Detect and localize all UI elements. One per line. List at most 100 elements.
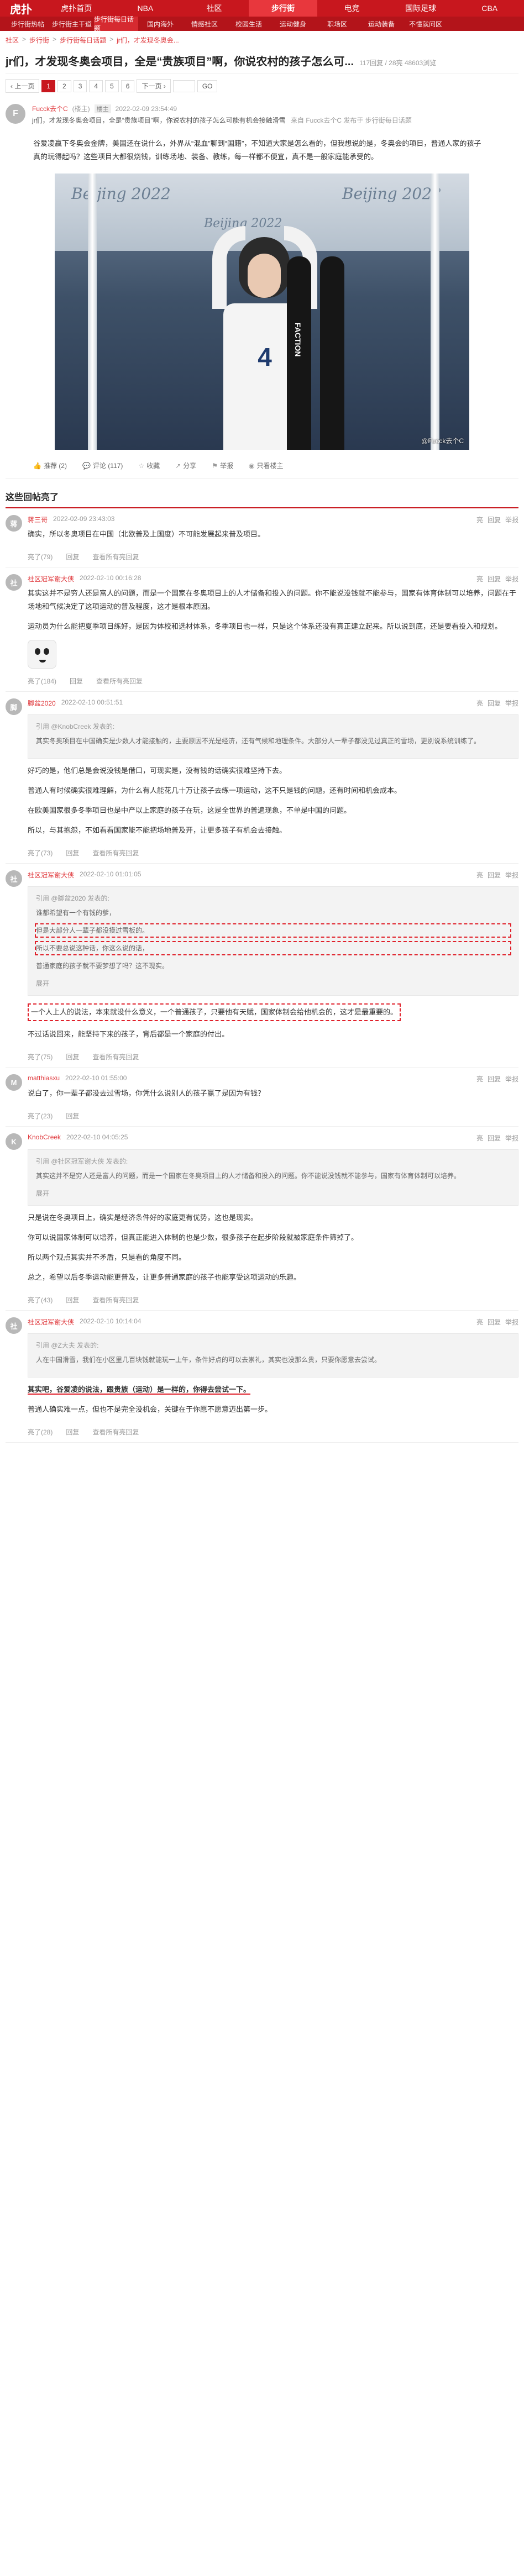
reply-author[interactable]: 社区冠军谢大侠: [28, 574, 74, 583]
breadcrumb-item[interactable]: 步行街每日话题: [60, 35, 106, 45]
reply-tool-link[interactable]: 回复: [488, 1074, 501, 1084]
reply-tool-link[interactable]: 亮: [476, 870, 483, 880]
only-author-button[interactable]: ◉ 只看楼主: [249, 461, 284, 470]
reply-footer-link[interactable]: 查看所有亮回复: [96, 676, 143, 686]
subnav-item[interactable]: 步行街主干道: [50, 17, 94, 31]
reply-tool-link[interactable]: 亮: [476, 1133, 483, 1143]
nav-item[interactable]: 国际足球: [386, 0, 455, 17]
reply-tool-link[interactable]: 举报: [505, 698, 518, 708]
reply-footer-link[interactable]: 查看所有亮回复: [92, 552, 139, 561]
reply-tool-link[interactable]: 回复: [488, 515, 501, 524]
reply-avatar[interactable]: 社: [6, 1317, 22, 1334]
reply-tool-link[interactable]: 回复: [488, 1317, 501, 1327]
reply-tool-link[interactable]: 举报: [505, 574, 518, 583]
author-avatar[interactable]: F: [6, 104, 25, 124]
site-logo[interactable]: 虎扑: [0, 0, 42, 17]
page-number-button[interactable]: 5: [105, 80, 119, 92]
page-number-button[interactable]: 6: [120, 80, 135, 92]
page-go-button[interactable]: GO: [197, 80, 218, 92]
page-number-button[interactable]: 3: [73, 80, 87, 92]
reply-meta: KnobCreek 2022-02-10 04:05:25: [28, 1133, 128, 1143]
report-button[interactable]: ⚑ 举报: [212, 461, 233, 470]
reply-tool-link[interactable]: 回复: [488, 698, 501, 708]
page-jump-input[interactable]: [172, 80, 195, 92]
favorite-button[interactable]: ☆ 收藏: [138, 461, 160, 470]
reply-footer-link[interactable]: 回复: [66, 1052, 79, 1061]
reply-footer-link[interactable]: 亮了(79): [28, 552, 53, 561]
reply-tool-link[interactable]: 亮: [476, 698, 483, 708]
prev-page-button[interactable]: ‹ 上一页: [6, 79, 40, 93]
highlight-replies-title: 这些回帖亮了: [6, 482, 518, 508]
reply-footer-link[interactable]: 查看所有亮回复: [92, 1295, 139, 1305]
reply-tool-link[interactable]: 回复: [488, 574, 501, 583]
subnav-item[interactable]: 职场区: [315, 17, 359, 31]
reply-footer-link[interactable]: 亮了(75): [28, 1052, 53, 1061]
post-photo[interactable]: Beijing 2022 Beijing 2022 Beijing 2022 4…: [55, 174, 469, 450]
page-number-button[interactable]: 1: [41, 80, 56, 92]
reply-time: 2022-02-10 01:55:00: [65, 1074, 127, 1082]
reply-tool-link[interactable]: 举报: [505, 1133, 518, 1143]
reply-tool-link[interactable]: 亮: [476, 1074, 483, 1084]
reply-tool-link[interactable]: 亮: [476, 574, 483, 583]
quote-expand-link[interactable]: 展开: [36, 980, 49, 987]
reply-footer-link[interactable]: 回复: [70, 676, 83, 686]
reply-footer-link[interactable]: 查看所有亮回复: [92, 1052, 139, 1061]
share-icon: ↗: [175, 462, 181, 470]
quote-expand-link[interactable]: 展开: [36, 1190, 49, 1197]
reply-tool-link[interactable]: 举报: [505, 1317, 518, 1327]
page-number-button[interactable]: 4: [89, 80, 103, 92]
subnav-item[interactable]: 步行街每日话题: [94, 15, 138, 33]
reply-footer-link[interactable]: 回复: [66, 1295, 79, 1305]
reply-footer-link[interactable]: 回复: [66, 552, 79, 561]
reply-tool-link[interactable]: 亮: [476, 1317, 483, 1327]
breadcrumb-item[interactable]: jr们，才发现冬奥会...: [117, 35, 179, 45]
reply-footer-link[interactable]: 亮了(43): [28, 1295, 53, 1305]
reply-author[interactable]: 社区冠军谢大侠: [28, 1317, 74, 1327]
subnav-item[interactable]: 步行街热帖: [6, 17, 50, 31]
next-page-button[interactable]: 下一页 ›: [137, 79, 171, 93]
reply-tool-link[interactable]: 举报: [505, 515, 518, 524]
reply-footer-link[interactable]: 亮了(28): [28, 1427, 53, 1437]
reply-footer-link[interactable]: 回复: [66, 848, 79, 858]
reply-footer-link[interactable]: 回复: [66, 1111, 79, 1121]
subnav-item[interactable]: 校园生活: [227, 17, 271, 31]
reply-tool-link[interactable]: 回复: [488, 870, 501, 880]
reply-avatar[interactable]: 蒋: [6, 515, 22, 532]
reply-tool-link[interactable]: 亮: [476, 515, 483, 524]
reply-footer-link[interactable]: 回复: [66, 1427, 79, 1437]
reply-tool-link[interactable]: 举报: [505, 1074, 518, 1084]
reply-footer-link[interactable]: 亮了(73): [28, 848, 53, 858]
nav-item[interactable]: 电竞: [317, 0, 386, 17]
reply-avatar[interactable]: 社: [6, 870, 22, 887]
breadcrumb-item[interactable]: 社区: [6, 35, 19, 45]
comment-button[interactable]: 💬 评论 (117): [82, 461, 123, 470]
reply-avatar[interactable]: 脚: [6, 698, 22, 715]
reply-avatar[interactable]: 社: [6, 574, 22, 591]
nav-item[interactable]: 社区: [180, 0, 249, 17]
light-button[interactable]: 👍 推荐 (2): [33, 461, 67, 470]
reply-author[interactable]: 社区冠军谢大侠: [28, 870, 74, 880]
nav-item[interactable]: 步行街: [248, 0, 318, 17]
reply-author[interactable]: matthiasxu: [28, 1074, 60, 1084]
reply-avatar[interactable]: K: [6, 1133, 22, 1150]
subnav-item[interactable]: 运动健身: [271, 17, 315, 31]
author-name[interactable]: Fucck去个C: [32, 104, 68, 113]
reply-avatar[interactable]: M: [6, 1074, 22, 1091]
reply-tool-link[interactable]: 回复: [488, 1133, 501, 1143]
nav-item[interactable]: CBA: [455, 0, 524, 17]
reply-author[interactable]: 脚盆2020: [28, 698, 56, 708]
reply-footer-link[interactable]: 亮了(184): [28, 676, 56, 686]
reply-author[interactable]: 蒋三哥: [28, 515, 48, 524]
breadcrumb-item[interactable]: 步行街: [29, 35, 49, 45]
reply-tool-link[interactable]: 举报: [505, 870, 518, 880]
subnav-item[interactable]: 运动装备: [359, 17, 404, 31]
subnav-item[interactable]: 国内海外: [138, 17, 182, 31]
reply-footer-link[interactable]: 查看所有亮回复: [92, 848, 139, 858]
subnav-item[interactable]: 情感社区: [182, 17, 227, 31]
page-number-button[interactable]: 2: [57, 80, 71, 92]
reply-author[interactable]: KnobCreek: [28, 1133, 61, 1143]
share-button[interactable]: ↗ 分享: [175, 461, 196, 470]
subnav-item[interactable]: 不懂就问区: [404, 17, 448, 31]
reply-footer-link[interactable]: 查看所有亮回复: [92, 1427, 139, 1437]
reply-footer-link[interactable]: 亮了(23): [28, 1111, 53, 1121]
